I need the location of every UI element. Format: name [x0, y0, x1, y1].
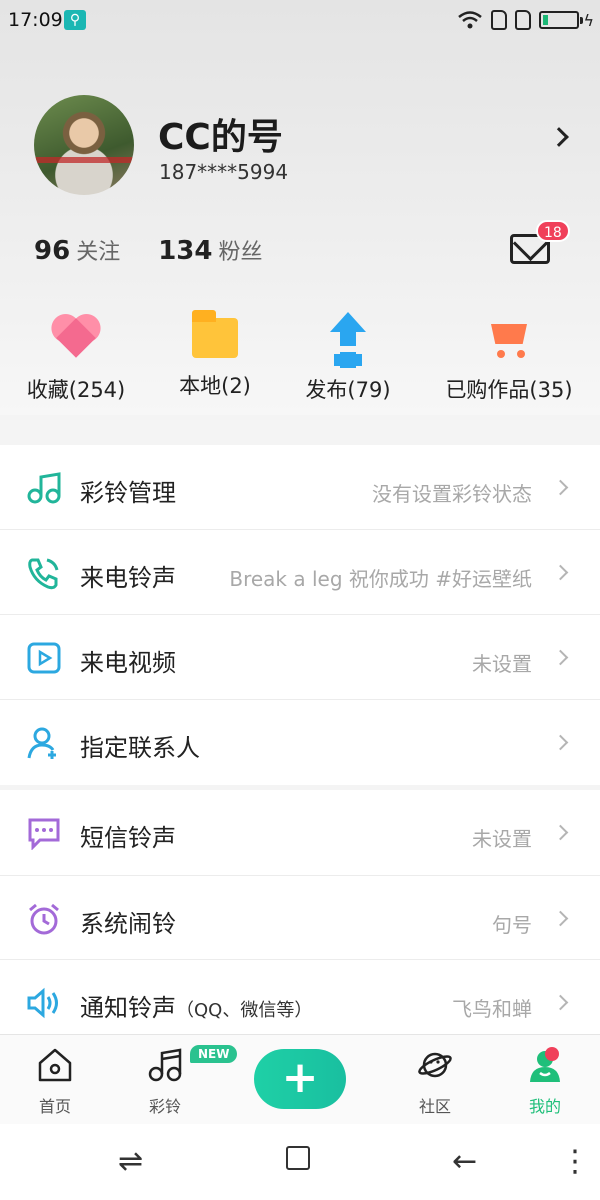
quick-local[interactable]: 本地(2): [170, 300, 260, 400]
row-notification-subtitle: （QQ、微信等）: [176, 1000, 313, 1021]
home-square-icon[interactable]: [286, 1146, 310, 1170]
row-system-alarm[interactable]: 系统闹铃 句号: [0, 876, 600, 960]
quick-publish-label: 发布(79): [305, 378, 391, 402]
status-icons: ϟ: [457, 8, 594, 32]
row-incoming-ringtone-value: Break a leg 祝你成功 #好运壁纸: [229, 567, 532, 591]
row-sms-ringtone[interactable]: 短信铃声 未设置: [0, 790, 600, 876]
menu-dots-icon[interactable]: ⋮: [560, 1144, 590, 1179]
followers-count: 134: [158, 236, 213, 266]
following-count: 96: [34, 236, 71, 266]
quick-actions: 收藏(254) 本地(2) 发布(79) 已购作品(35): [0, 300, 600, 410]
row-ringback-value: 没有设置彩铃状态: [372, 482, 532, 506]
chevron-right-icon: [552, 479, 569, 496]
row-incoming-video-title: 来电视频: [80, 649, 176, 677]
status-time: 17:09: [8, 9, 63, 31]
row-incoming-ringtone-title: 来电铃声: [80, 564, 176, 592]
chevron-right-icon: [552, 649, 569, 666]
mail-badge: 18: [536, 220, 570, 242]
status-bar: 17:09 ⚲ ϟ: [0, 0, 600, 40]
chevron-right-icon: [552, 734, 569, 751]
heart-icon: [50, 310, 102, 362]
followers-label: 粉丝: [218, 240, 263, 265]
system-nav-bar: ⇌ ← ⋮: [0, 1124, 600, 1200]
battery-icon: [539, 11, 584, 29]
cart-icon: [483, 310, 535, 362]
alarm-clock-icon: [29, 903, 59, 935]
speaker-icon: [27, 987, 58, 1019]
chevron-right-icon: [552, 824, 569, 841]
row-incoming-ringtone[interactable]: 来电铃声 Break a leg 祝你成功 #好运壁纸: [0, 530, 600, 615]
create-button[interactable]: +: [254, 1049, 346, 1109]
music-note-icon: [27, 472, 61, 504]
avatar[interactable]: [34, 95, 134, 195]
chevron-right-icon: [552, 564, 569, 581]
row-notification-ringtone[interactable]: 通知铃声（QQ、微信等） 飞鸟和蝉: [0, 960, 600, 1044]
chevron-right-icon: [552, 910, 569, 927]
profile-stats: 96 关注 134 粉丝: [34, 234, 263, 266]
plus-icon: +: [281, 1052, 319, 1103]
settings-card-ringtones: 彩铃管理 没有设置彩铃状态 来电铃声 Break a leg 祝你成功 #好运壁…: [0, 445, 600, 785]
bottom-nav: 首页 彩铃 NEW + 社区 我的: [0, 1034, 600, 1124]
user-phone: 187****5994: [159, 160, 289, 184]
upload-icon: [322, 310, 374, 362]
folder-icon: [192, 310, 238, 358]
row-sms-title: 短信铃声: [80, 824, 176, 852]
quick-purchased-label: 已购作品(35): [445, 378, 573, 402]
wifi-icon: [458, 11, 483, 29]
notification-dot: [545, 1047, 559, 1061]
nav-community[interactable]: 社区: [390, 1047, 480, 1117]
row-notification-value: 飞鸟和蝉: [452, 997, 532, 1021]
quick-local-label: 本地(2): [179, 374, 251, 398]
planet-icon: [418, 1052, 452, 1078]
nav-home-label: 首页: [38, 1097, 71, 1116]
quick-favorites[interactable]: 收藏(254): [26, 300, 126, 404]
row-designated-contact[interactable]: 指定联系人: [0, 700, 600, 785]
home-icon: [38, 1048, 72, 1082]
video-play-icon: [27, 642, 61, 674]
switch-apps-icon[interactable]: ⇌: [118, 1144, 143, 1179]
back-icon[interactable]: ←: [452, 1144, 477, 1179]
nav-home[interactable]: 首页: [10, 1047, 100, 1117]
row-sms-value: 未设置: [472, 827, 532, 851]
row-notification-title: 通知铃声（QQ、微信等）: [80, 988, 312, 1023]
row-incoming-video[interactable]: 来电视频 未设置: [0, 615, 600, 700]
quick-publish[interactable]: 发布(79): [302, 300, 394, 404]
sms-icon: [28, 818, 60, 850]
music-icon: [148, 1048, 182, 1082]
nav-mine-label: 我的: [528, 1097, 561, 1116]
row-ringback-title: 彩铃管理: [80, 479, 176, 507]
add-contact-icon: [27, 727, 56, 759]
row-designated-contact-title: 指定联系人: [80, 734, 200, 762]
row-alarm-value: 句号: [492, 913, 532, 937]
quick-purchased[interactable]: 已购作品(35): [444, 300, 574, 404]
sim2-icon: [515, 10, 532, 30]
row-incoming-video-value: 未设置: [472, 652, 532, 676]
stat-followers[interactable]: 134 粉丝: [158, 234, 262, 266]
nav-community-label: 社区: [418, 1097, 451, 1116]
settings-card-notifications: 短信铃声 未设置 系统闹铃 句号 通知铃声（QQ、微信等） 飞鸟和蝉: [0, 790, 600, 1044]
quick-favorites-label: 收藏(254): [26, 378, 126, 402]
new-badge: NEW: [190, 1045, 238, 1063]
chevron-right-icon: [552, 994, 569, 1011]
row-alarm-title: 系统闹铃: [80, 910, 176, 938]
stat-following[interactable]: 96 关注: [34, 234, 120, 266]
charging-icon: ϟ: [583, 10, 594, 30]
sim1-icon: [491, 10, 508, 30]
row-ringback-manage[interactable]: 彩铃管理 没有设置彩铃状态: [0, 445, 600, 530]
following-label: 关注: [76, 240, 121, 265]
row-notification-title-text: 通知铃声: [80, 994, 176, 1022]
user-name[interactable]: CC的号: [158, 108, 283, 160]
nav-ringback-label: 彩铃: [148, 1097, 181, 1116]
phone-ring-icon: [28, 558, 59, 590]
usb-icon: ⚲: [64, 10, 86, 30]
